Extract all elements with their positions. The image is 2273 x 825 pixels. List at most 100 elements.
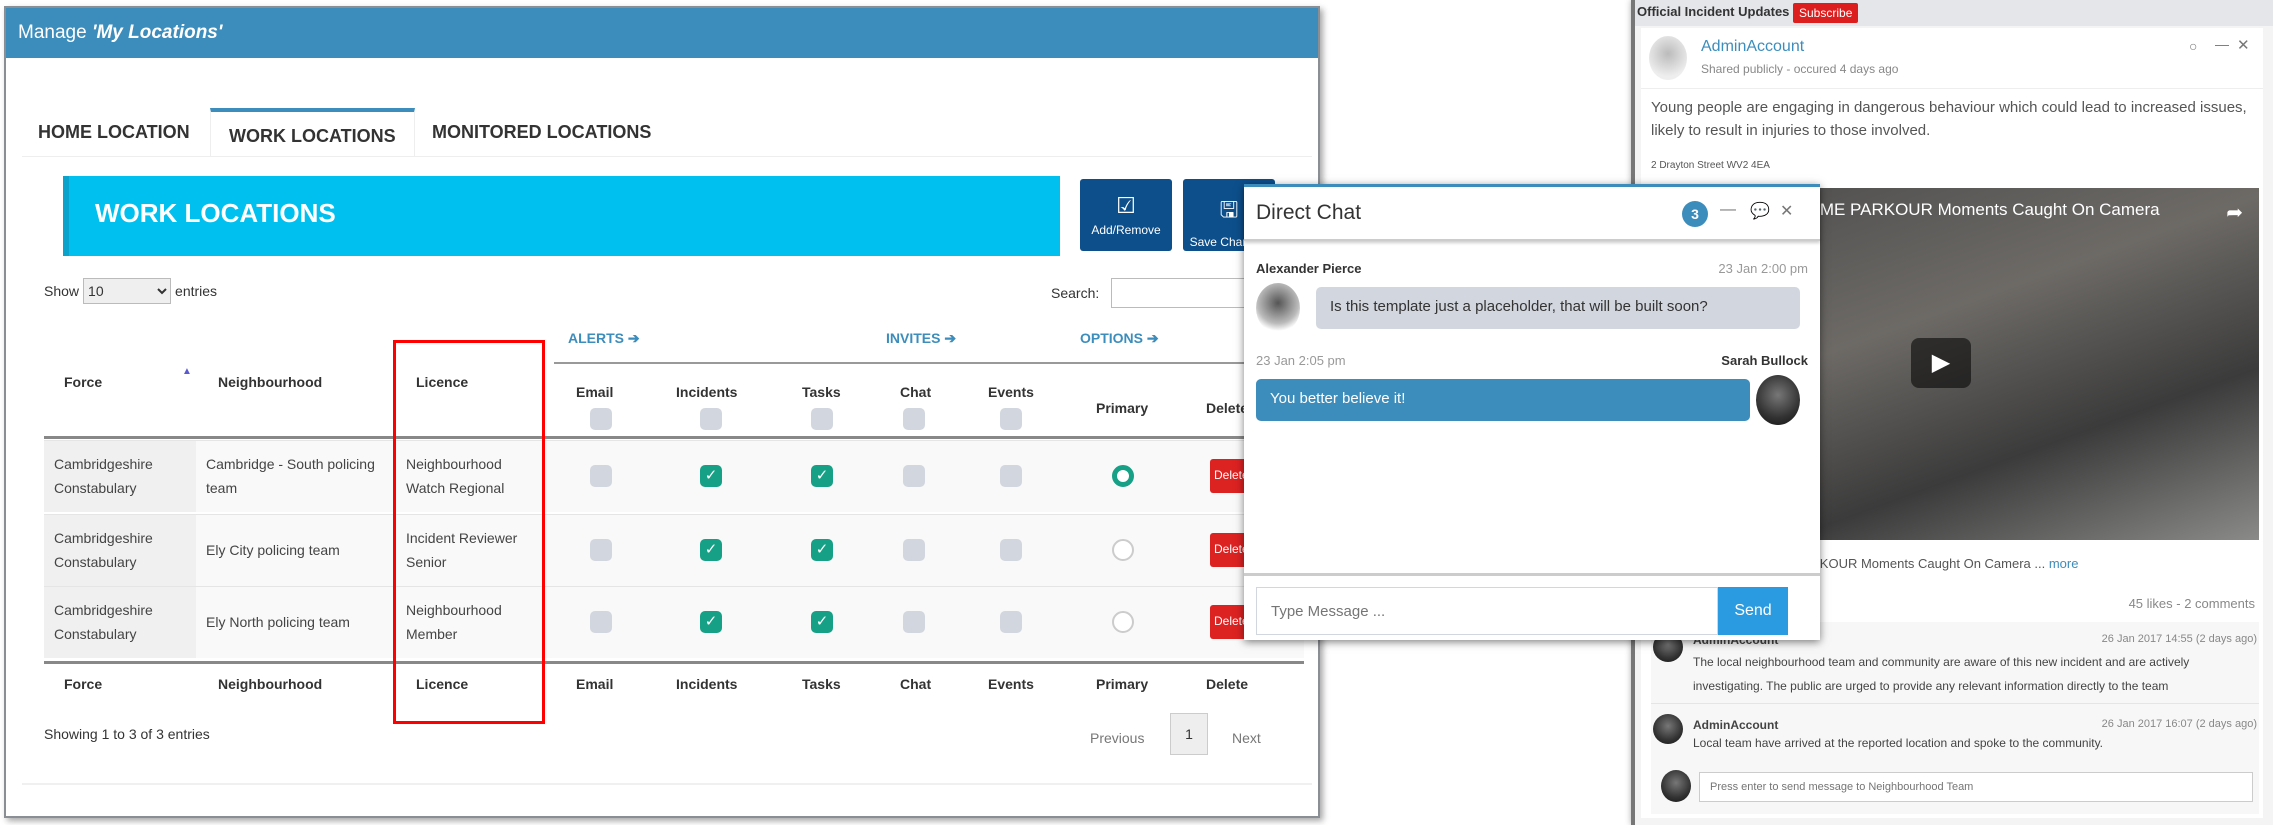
tab-monitored-locations[interactable]: MONITORED LOCATIONS xyxy=(414,108,669,156)
email-checkbox[interactable] xyxy=(590,611,612,633)
incidents-checkbox[interactable]: ✓ xyxy=(700,539,722,561)
chat-title: Direct Chat xyxy=(1256,201,1362,224)
entries-label: entries xyxy=(175,283,218,299)
post-stats: 45 likes - 2 comments xyxy=(2128,596,2255,611)
footer-delete: Delete xyxy=(1206,676,1249,692)
incidents-select-all-checkbox[interactable] xyxy=(700,408,722,430)
chat-message-input[interactable] xyxy=(1256,587,1718,635)
events-checkbox[interactable] xyxy=(1000,465,1022,487)
email-checkbox[interactable] xyxy=(590,539,612,561)
alexander-avatar xyxy=(1256,283,1300,333)
post-address: 2 Drayton Street WV2 4EA xyxy=(1651,160,1770,171)
table-info: Showing 1 to 3 of 3 entries xyxy=(44,726,210,742)
column-header-primary: Primary xyxy=(1096,400,1149,416)
author-name[interactable]: AdminAccount xyxy=(1701,38,1804,56)
column-header-tasks: Tasks xyxy=(802,384,841,400)
column-header-events: Events xyxy=(988,384,1034,400)
search-label: Search: xyxy=(1051,285,1100,301)
panel-title: Manage xyxy=(18,22,92,43)
cell-neighbourhood: Ely North policing team xyxy=(206,614,350,630)
invites-group-link[interactable]: INVITES ➔ xyxy=(886,330,956,347)
manage-locations-panel: Manage 'My Locations' HOME LOCATION WORK… xyxy=(4,6,1320,818)
message-sender: Alexander Pierce xyxy=(1256,261,1362,276)
unread-badge: 3 xyxy=(1682,201,1708,227)
commenter-avatar xyxy=(1653,714,1683,744)
footer-incidents: Incidents xyxy=(676,676,738,692)
footer-chat: Chat xyxy=(900,676,932,692)
tasks-checkbox[interactable]: ✓ xyxy=(811,539,833,561)
footer-neighbourhood: Neighbourhood xyxy=(218,676,323,692)
sarah-avatar xyxy=(1756,375,1800,425)
licence-highlight-box xyxy=(393,340,545,724)
tasks-checkbox[interactable]: ✓ xyxy=(811,611,833,633)
tab-work-locations[interactable]: WORK LOCATIONS xyxy=(210,108,415,156)
events-select-all-checkbox[interactable] xyxy=(1000,408,1022,430)
comment-time: 26 Jan 2017 16:07 (2 days ago) xyxy=(2101,718,2257,730)
minimize-icon[interactable]: — xyxy=(2215,36,2229,52)
close-icon[interactable]: ✕ xyxy=(2237,36,2250,54)
close-icon[interactable]: ✕ xyxy=(1780,201,1793,221)
incidents-checkbox[interactable]: ✓ xyxy=(700,611,722,633)
feed-header: Official Incident Updates xyxy=(1637,4,1790,19)
options-group-link[interactable]: OPTIONS ➔ xyxy=(1080,330,1159,347)
column-header-neighbourhood[interactable]: Neighbourhood xyxy=(218,374,322,390)
chat-checkbox[interactable] xyxy=(903,465,925,487)
message-time: 23 Jan 2:05 pm xyxy=(1256,353,1346,368)
message-sender: Sarah Bullock xyxy=(1721,353,1808,368)
direct-chat-widget: Direct Chat 3 — 💬 ✕ Alexander Pierce 23 … xyxy=(1244,184,1820,640)
email-select-all-checkbox[interactable] xyxy=(590,408,612,430)
play-icon[interactable]: ▶ xyxy=(1911,338,1971,388)
chat-checkbox[interactable] xyxy=(903,611,925,633)
panel-header: Manage 'My Locations' xyxy=(6,8,1318,58)
chevron-right-icon: ➔ xyxy=(1146,330,1159,346)
primary-radio[interactable] xyxy=(1112,465,1134,487)
tab-home-location[interactable]: HOME LOCATION xyxy=(20,108,208,156)
comment-text: The local neighbourhood team and communi… xyxy=(1693,655,2190,693)
comment-input[interactable] xyxy=(1699,772,2253,802)
email-checkbox[interactable] xyxy=(590,465,612,487)
circle-icon[interactable]: ○ xyxy=(2189,38,2197,54)
events-checkbox[interactable] xyxy=(1000,611,1022,633)
alerts-group-link[interactable]: ALERTS ➔ xyxy=(568,330,640,347)
column-header-force[interactable]: Force xyxy=(64,374,102,390)
pagination-previous[interactable]: Previous xyxy=(1090,730,1144,746)
column-header-email: Email xyxy=(576,384,614,400)
cell-neighbourhood: Cambridge - South policing team xyxy=(206,456,375,496)
chat-checkbox[interactable] xyxy=(903,539,925,561)
sort-asc-icon: ▲ xyxy=(182,366,192,377)
message-bubble: Is this template just a placeholder, tha… xyxy=(1316,287,1800,329)
add-remove-button[interactable]: ☑ Add/Remove xyxy=(1080,179,1172,251)
post-text: Young people are engaging in dangerous b… xyxy=(1651,99,2247,139)
tasks-select-all-checkbox[interactable] xyxy=(811,408,833,430)
pagination-page-1[interactable]: 1 xyxy=(1170,713,1208,755)
share-icon[interactable]: ➦ xyxy=(2226,200,2243,225)
pagination-next[interactable]: Next xyxy=(1232,730,1261,746)
checkbox-icon: ☑ xyxy=(1116,193,1136,218)
minimize-icon[interactable]: — xyxy=(1720,201,1736,219)
cell-force: Cambridgeshire Constabulary xyxy=(54,530,153,570)
primary-radio[interactable] xyxy=(1112,539,1134,561)
send-button[interactable]: Send xyxy=(1718,587,1788,635)
tasks-checkbox[interactable]: ✓ xyxy=(811,465,833,487)
footer-primary: Primary xyxy=(1096,676,1149,692)
entries-select[interactable]: 10 xyxy=(83,278,172,304)
column-header-incidents: Incidents xyxy=(676,384,738,400)
incidents-checkbox[interactable]: ✓ xyxy=(700,465,722,487)
chevron-right-icon: ➔ xyxy=(627,330,640,346)
subscribe-button[interactable]: Subscribe xyxy=(1793,3,1859,23)
contacts-icon[interactable]: 💬 xyxy=(1750,201,1770,221)
show-label: Show xyxy=(44,283,80,299)
author-avatar xyxy=(1649,36,1687,80)
panel-title-name: 'My Locations' xyxy=(91,22,223,43)
message-time: 23 Jan 2:00 pm xyxy=(1718,261,1808,276)
primary-radio[interactable] xyxy=(1112,611,1134,633)
section-banner: WORK LOCATIONS xyxy=(63,176,1060,256)
footer-tasks: Tasks xyxy=(802,676,841,692)
add-remove-label: Add/Remove xyxy=(1091,223,1161,237)
footer-force: Force xyxy=(64,676,103,692)
more-link[interactable]: more xyxy=(2049,556,2079,571)
cell-force: Cambridgeshire Constabulary xyxy=(54,602,153,642)
chat-select-all-checkbox[interactable] xyxy=(903,408,925,430)
events-checkbox[interactable] xyxy=(1000,539,1022,561)
column-header-chat: Chat xyxy=(900,384,932,400)
